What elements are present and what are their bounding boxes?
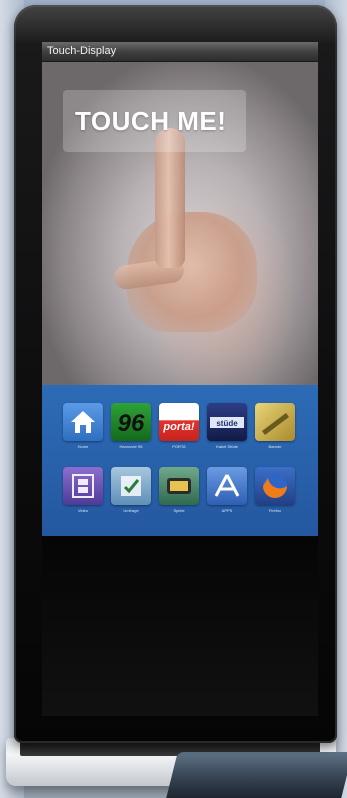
app-home[interactable]: Home — [62, 403, 106, 457]
app-appstore-label: APPS — [221, 508, 233, 513]
app-hannover96-label: Hannover 96 — [119, 444, 143, 449]
app-banner[interactable]: Banner — [254, 403, 298, 457]
app-stuede[interactable]: stüde Kabel Stüde — [206, 403, 250, 457]
app-porta[interactable]: porta! PORTA — [158, 403, 202, 457]
game-icon — [159, 467, 199, 505]
app-spiele[interactable]: Spiele — [158, 467, 202, 521]
firefox-icon — [255, 467, 295, 505]
hero-photo: TOUCH ME! — [42, 62, 318, 385]
app-hannover96[interactable]: 96 Hannover 96 — [110, 403, 154, 457]
stuede-logo: stüde — [207, 403, 247, 441]
app-appstore[interactable]: APPS — [206, 467, 250, 521]
kiosk-glare — [14, 5, 337, 45]
home-icon — [63, 403, 103, 441]
app-porta-label: PORTA — [172, 444, 186, 449]
app-umfrage-label: Umfrage — [123, 508, 139, 513]
app-video[interactable]: Video — [62, 467, 106, 521]
appstore-icon — [207, 467, 247, 505]
app-umfrage[interactable]: Umfrage — [110, 467, 154, 521]
app-firefox-label: Firefox — [268, 508, 282, 513]
app-banner-label: Banner — [268, 444, 282, 449]
window-title-bar: Touch-Display — [42, 42, 318, 62]
app-spiele-label: Spiele — [173, 508, 185, 513]
touch-screen[interactable]: Touch-Display TOUCH ME! Home 96 Hannover… — [42, 42, 318, 536]
film-icon — [63, 467, 103, 505]
window-title: Touch-Display — [47, 45, 117, 57]
touch-me-text: TOUCH ME! — [75, 106, 227, 136]
checklist-icon — [111, 467, 151, 505]
svg-text:porta!: porta! — [162, 421, 195, 433]
svg-text:96: 96 — [118, 410, 145, 437]
porta-logo: porta! — [159, 403, 199, 441]
display-stand-tray — [166, 752, 347, 798]
app-stuede-label: Kabel Stüde — [216, 444, 238, 449]
touch-me-banner[interactable]: TOUCH ME! — [63, 90, 246, 152]
screen-lower-black — [42, 536, 318, 716]
hannover-96-logo: 96 — [111, 403, 151, 441]
app-firefox[interactable]: Firefox — [254, 467, 298, 521]
app-launcher-panel: Home 96 Hannover 96 porta! PORTA stüde K… — [42, 385, 318, 536]
banner-icon — [255, 403, 295, 441]
app-video-label: Video — [77, 508, 89, 513]
app-home-label: Home — [77, 444, 89, 449]
svg-text:stüde: stüde — [216, 419, 238, 428]
